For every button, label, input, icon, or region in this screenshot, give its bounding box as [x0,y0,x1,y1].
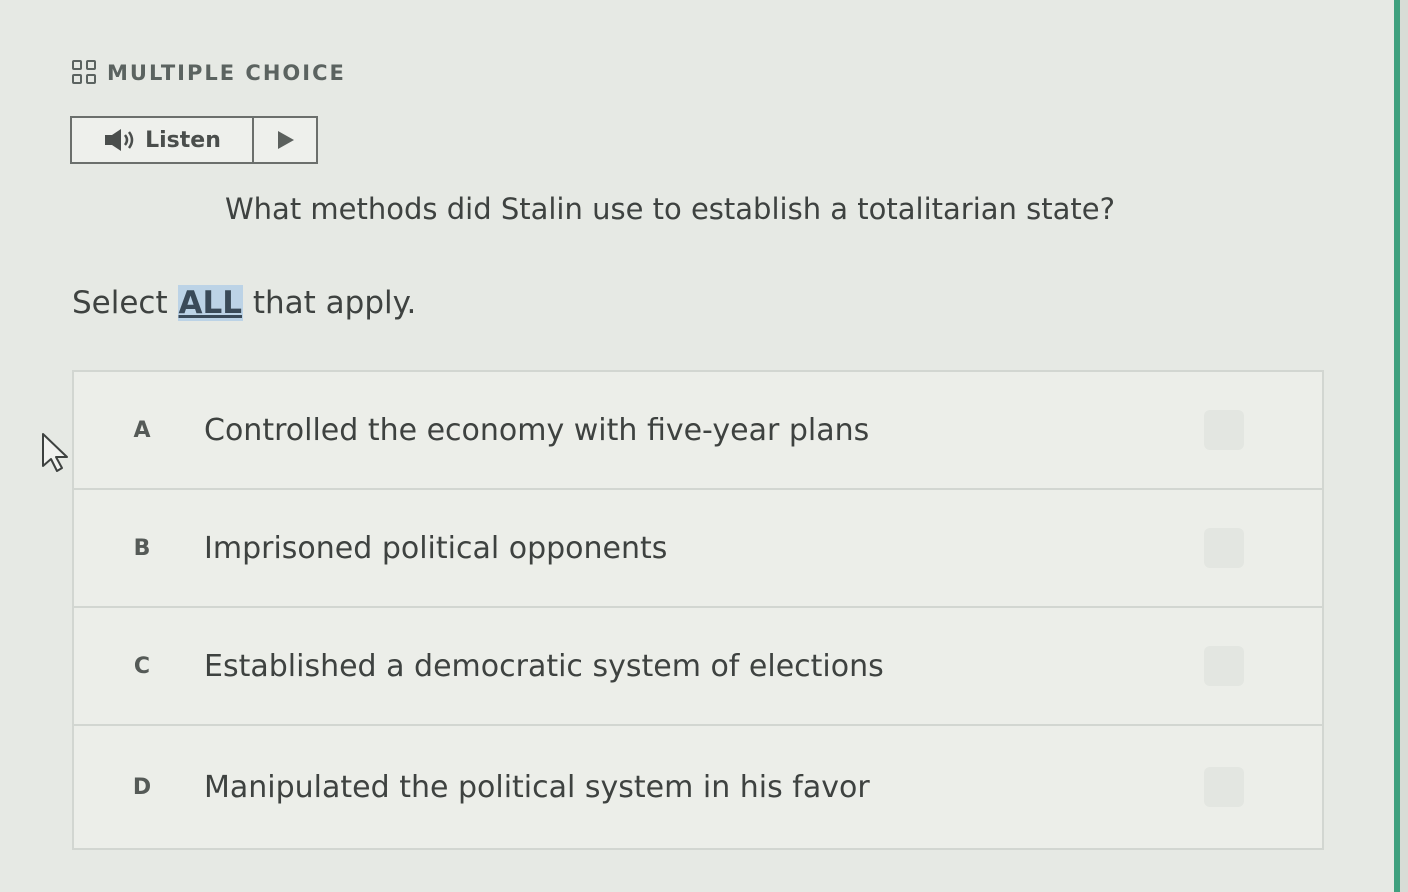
option-text: Imprisoned political opponents [204,530,668,566]
mouse-cursor-icon [42,433,68,472]
option-letter: D [132,774,152,800]
option-letter: A [133,417,151,443]
section-label: MULTIPLE CHOICE [72,60,346,86]
play-button[interactable] [254,118,316,162]
answer-list: A Controlled the economy with five-year … [72,370,1324,850]
option-checkbox[interactable] [1204,646,1244,686]
option-letter: B [133,535,151,561]
option-a[interactable]: A Controlled the economy with five-year … [74,372,1322,490]
instruction-after: that apply. [243,285,417,321]
option-letter: C [133,653,151,679]
grid-icon [72,60,98,86]
instruction-before: Select [72,285,178,321]
section-label-text: MULTIPLE CHOICE [107,61,346,85]
play-icon [278,131,294,149]
option-c[interactable]: C Established a democratic system of ele… [74,608,1322,726]
option-checkbox[interactable] [1204,767,1244,807]
option-text: Manipulated the political system in his … [204,769,870,805]
listen-button[interactable]: Listen [72,118,254,162]
page: MULTIPLE CHOICE Listen What methods did … [0,0,1394,892]
option-text: Established a democratic system of elect… [204,648,884,684]
option-checkbox[interactable] [1204,410,1244,450]
listen-label: Listen [145,127,221,153]
instruction-highlight: ALL [177,285,243,321]
question-text: What methods did Stalin use to establish… [225,192,1115,226]
speaker-icon [105,129,134,151]
option-text: Controlled the economy with five-year pl… [204,412,870,448]
option-b[interactable]: B Imprisoned political opponents [74,490,1322,608]
edge-strip [1400,0,1408,892]
option-checkbox[interactable] [1204,528,1244,568]
listen-control: Listen [70,116,318,164]
option-d[interactable]: D Manipulated the political system in hi… [74,726,1322,848]
instruction: Select ALL that apply. [72,285,416,321]
